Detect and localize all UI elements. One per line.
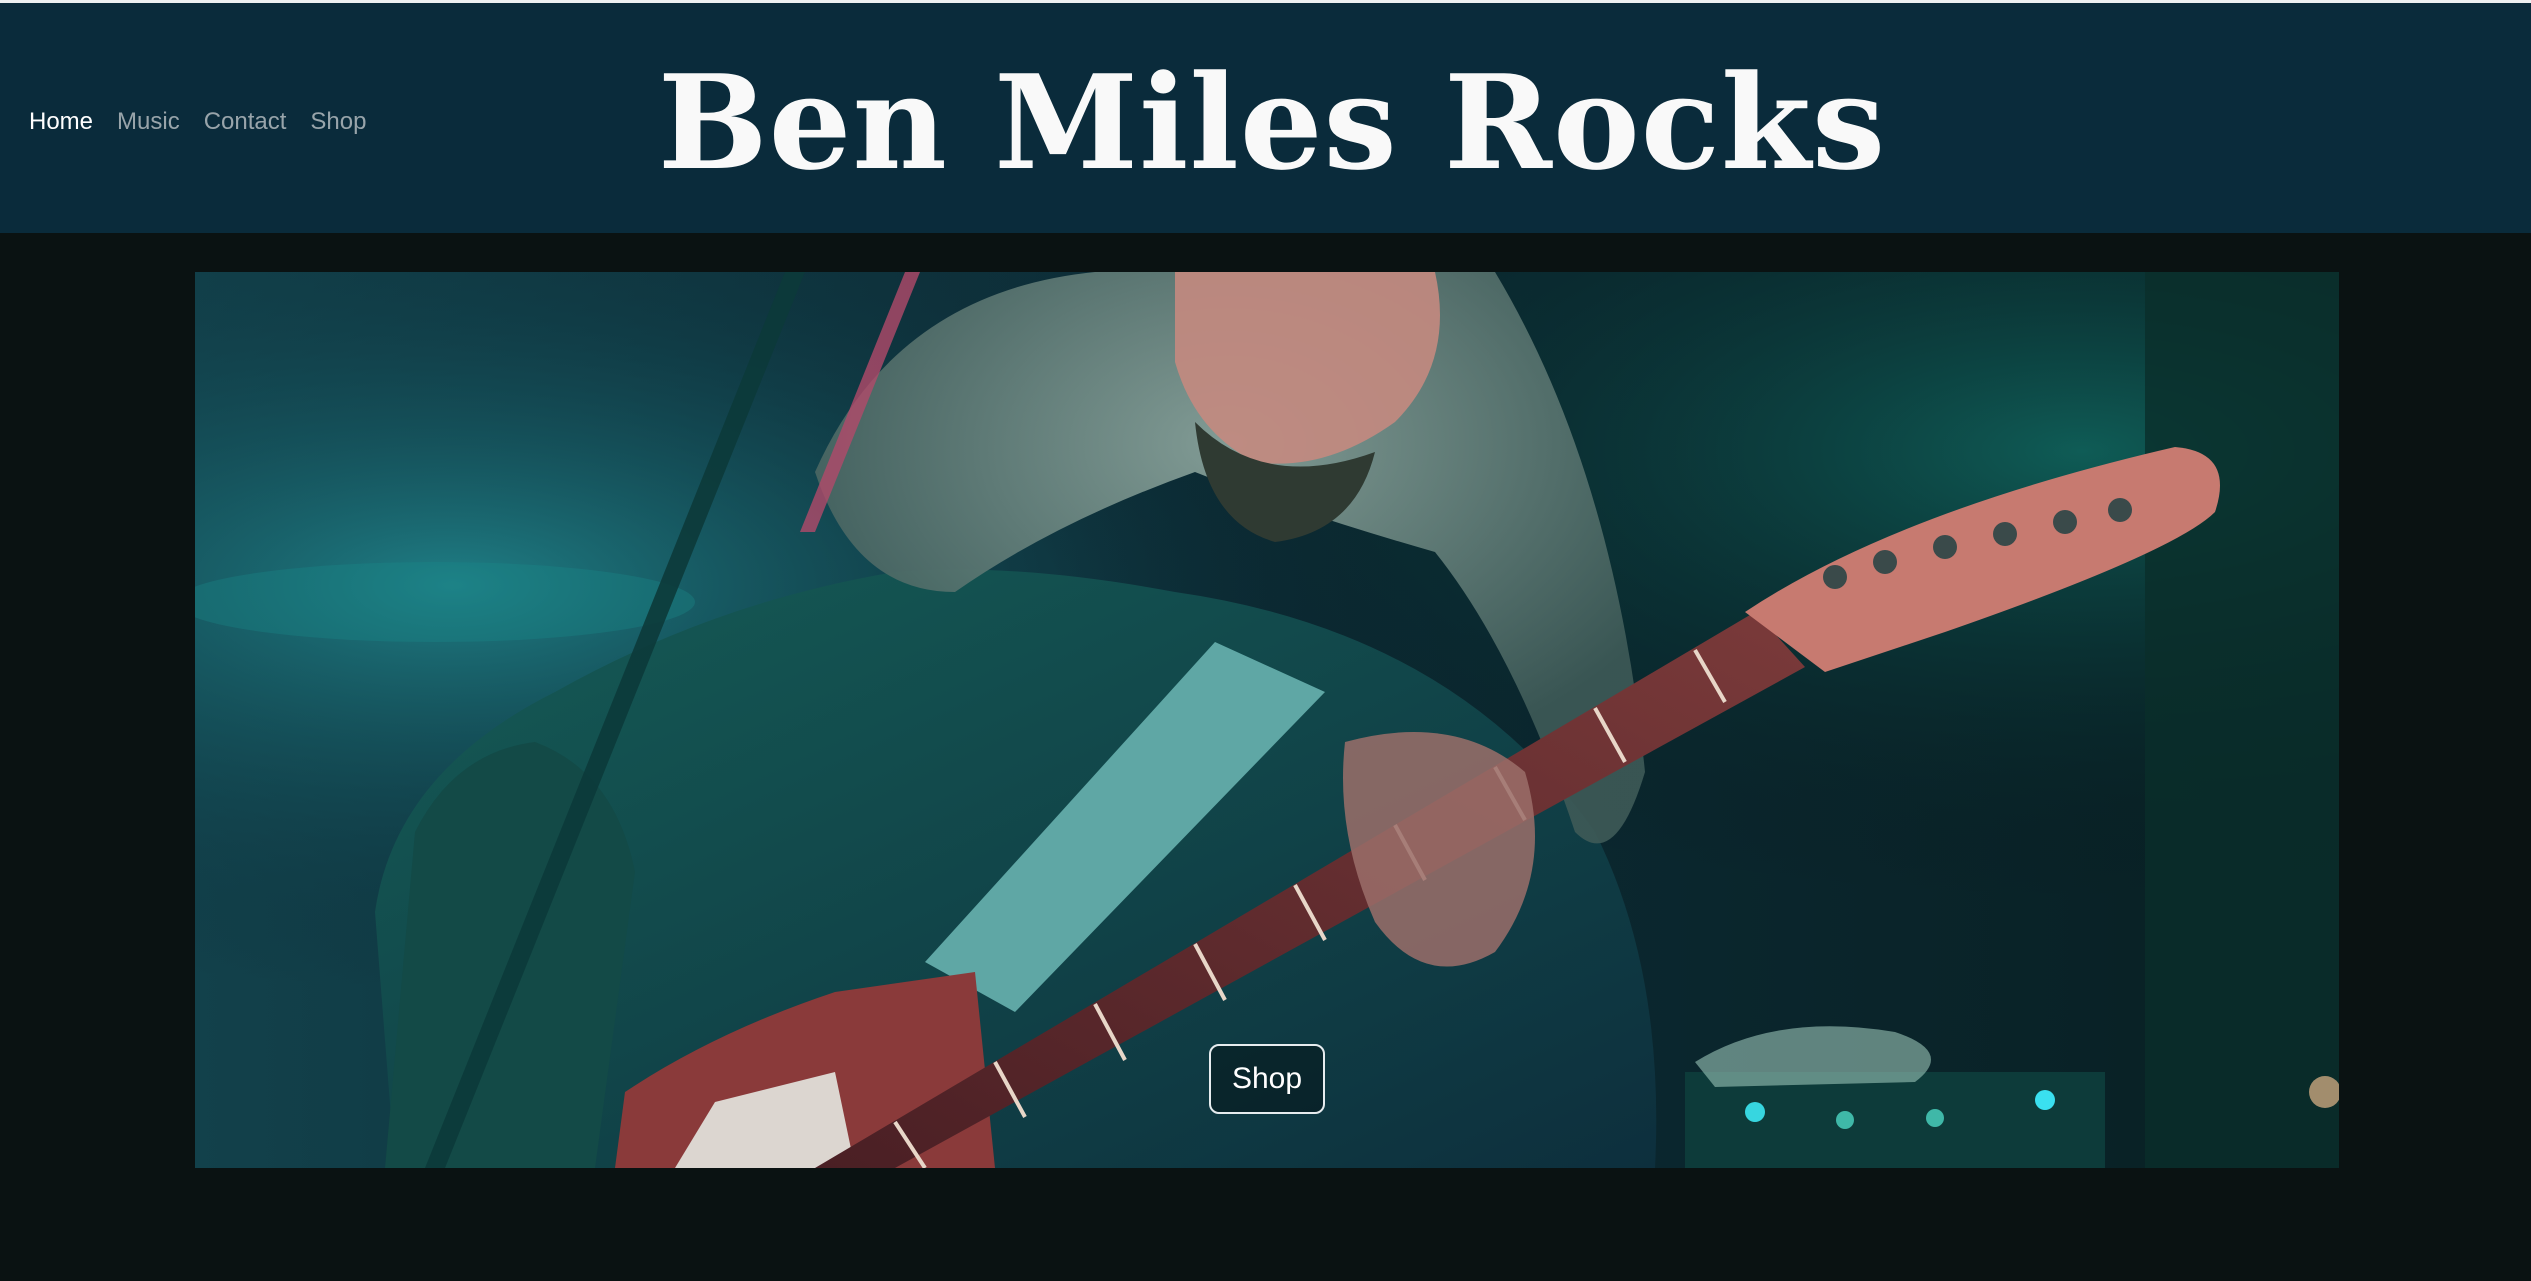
guitarist-photo: [195, 272, 2339, 1168]
nav-item-home[interactable]: Home: [29, 107, 93, 137]
main-nav: Home Music Contact Shop: [29, 107, 366, 137]
site-title: Ben Miles Rocks: [657, 46, 1887, 199]
nav-item-music[interactable]: Music: [117, 107, 180, 137]
nav-item-shop[interactable]: Shop: [310, 107, 366, 137]
site-header: Home Music Contact Shop Ben Miles Rocks: [0, 3, 2531, 233]
shop-button[interactable]: Shop: [1209, 1044, 1325, 1114]
hero-image: Shop: [195, 272, 2339, 1168]
nav-item-contact[interactable]: Contact: [204, 107, 287, 137]
